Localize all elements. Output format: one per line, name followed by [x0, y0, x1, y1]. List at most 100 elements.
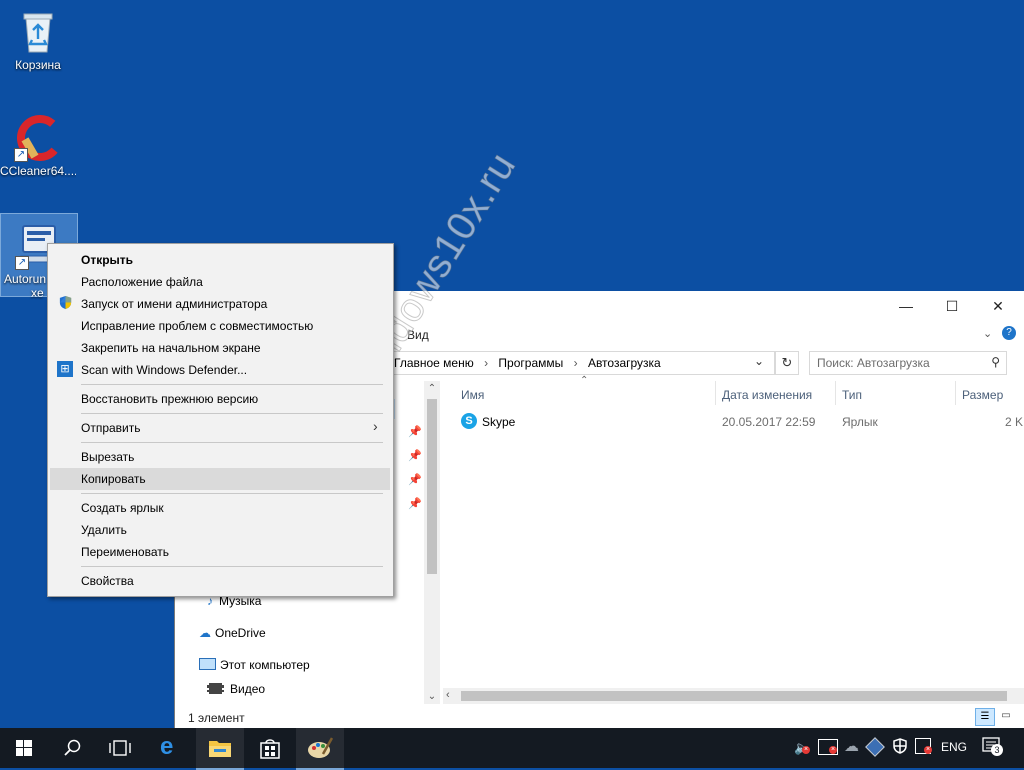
breadcrumb-separator-icon: › — [484, 356, 489, 370]
sort-arrow-icon: ⌃ — [580, 375, 589, 386]
error-badge-icon: × — [924, 746, 932, 754]
breadcrumb-separator-icon: › — [573, 356, 578, 370]
menu-separator — [81, 413, 383, 414]
paint-palette-icon — [308, 737, 333, 758]
network-tray-icon[interactable]: × — [915, 738, 932, 754]
address-bar[interactable]: Главное меню › Программы › Автозагрузка … — [387, 351, 775, 375]
horizontal-scrollbar[interactable]: ‹ — [443, 688, 1024, 704]
file-explorer-button[interactable] — [196, 728, 244, 770]
horizontal-scroll-thumb[interactable] — [461, 691, 1007, 701]
edge-icon: e — [160, 733, 174, 760]
paint-app-button[interactable] — [296, 728, 344, 770]
ribbon-expand-icon[interactable]: ⌄ — [983, 327, 992, 340]
search-button[interactable] — [48, 728, 96, 768]
virtualbox-tray-icon[interactable] — [865, 737, 885, 757]
nav-scrollbar[interactable]: ⌃ ⌄ — [424, 381, 440, 704]
nav-item-video[interactable]: Видео — [207, 682, 265, 696]
action-center-button[interactable]: 3 — [982, 737, 1003, 756]
submenu-arrow-icon: › — [373, 418, 378, 434]
menu-item-pin-to-start[interactable]: Закрепить на начальном экране — [81, 341, 261, 355]
menu-item-copy[interactable]: Копировать — [81, 472, 146, 486]
column-separator[interactable] — [835, 381, 836, 405]
nav-item-label: OneDrive — [215, 626, 266, 640]
menu-separator — [81, 442, 383, 443]
menu-item-troubleshoot-compatibility[interactable]: Исправление проблем с совместимостью — [81, 319, 313, 333]
close-button[interactable]: ✕ — [975, 291, 1021, 321]
menu-item-cut[interactable]: Вырезать — [81, 450, 134, 464]
language-indicator[interactable]: ENG — [941, 740, 967, 754]
error-badge-icon: × — [802, 746, 810, 754]
maximize-button[interactable]: ☐ — [929, 291, 975, 321]
pin-icon: 📌 — [408, 450, 422, 462]
store-button[interactable] — [246, 728, 294, 768]
menu-separator — [81, 566, 383, 567]
error-badge-icon: × — [829, 746, 837, 754]
menu-separator — [81, 384, 383, 385]
pin-icon: 📌 — [408, 426, 422, 438]
desktop-icon-recycle-bin[interactable]: Корзина — [0, 2, 76, 78]
store-bag-icon — [260, 739, 280, 759]
nav-item-label: Этот компьютер — [220, 658, 310, 672]
nav-item-this-pc[interactable]: Этот компьютер — [199, 658, 310, 672]
column-header-type[interactable]: Тип — [842, 388, 862, 402]
breadcrumb-autostart[interactable]: Автозагрузка — [588, 356, 661, 370]
scroll-left-icon[interactable]: ‹ — [446, 689, 450, 701]
nav-scroll-thumb[interactable] — [427, 399, 437, 574]
edge-browser-button[interactable]: e — [146, 728, 194, 768]
file-name: Skype — [482, 415, 516, 429]
shortcut-arrow-icon: ↗ — [14, 148, 28, 162]
large-icons-view-button[interactable]: ▭ — [997, 708, 1015, 724]
volume-muted-icon[interactable]: 🔈× — [794, 740, 810, 756]
column-separator[interactable] — [715, 381, 716, 405]
column-separator[interactable] — [955, 381, 956, 405]
menu-item-open[interactable]: Открыть — [81, 253, 133, 267]
details-view-button[interactable]: ☰ — [975, 708, 995, 726]
column-header-size[interactable]: Размер — [962, 388, 1003, 402]
ccleaner-icon: ↗ — [14, 114, 63, 162]
menu-separator — [81, 493, 383, 494]
file-size: 2 K — [1005, 415, 1024, 429]
film-icon — [207, 683, 224, 694]
menu-item-rename[interactable]: Переименовать — [81, 545, 169, 559]
menu-item-send-to[interactable]: Отправить — [81, 421, 141, 435]
context-menu: Открыть Расположение файла Запуск от име… — [47, 243, 394, 597]
defender-tray-icon[interactable] — [893, 738, 907, 757]
table-row[interactable]: S Skype 20.05.2017 22:59 Ярлык 2 K — [459, 411, 1024, 433]
refresh-button[interactable]: ↻ — [775, 351, 799, 375]
breadcrumb-programs[interactable]: Программы — [498, 356, 563, 370]
menu-item-create-shortcut[interactable]: Создать ярлык — [81, 501, 164, 515]
search-placeholder: Поиск: Автозагрузка — [817, 356, 930, 370]
pin-icon: 📌 — [408, 474, 422, 486]
recycle-bin-icon — [14, 8, 62, 56]
taskbar: e 🔈× × ☁ × ENG 3 — [0, 728, 1024, 770]
address-dropdown-icon[interactable]: ⌄ — [754, 354, 764, 368]
help-icon[interactable]: ? — [1002, 326, 1016, 340]
folder-icon — [209, 741, 231, 757]
shortcut-arrow-icon: ↗ — [15, 256, 29, 270]
cloud-icon: ☁ — [199, 626, 211, 640]
desktop-icon-ccleaner[interactable]: ↗ CCleaner64.... — [0, 108, 76, 184]
network-disconnected-icon[interactable]: × — [818, 739, 838, 755]
menu-item-scan-defender[interactable]: Scan with Windows Defender... — [81, 363, 247, 377]
menu-item-file-location[interactable]: Расположение файла — [81, 275, 203, 289]
computer-icon — [199, 658, 216, 670]
nav-item-label: Видео — [230, 682, 266, 696]
task-view-button[interactable] — [96, 728, 144, 768]
start-button[interactable] — [0, 728, 48, 768]
menu-item-restore-previous[interactable]: Восстановить прежнюю версию — [81, 392, 258, 406]
search-icon: ⚲ — [991, 355, 1000, 369]
menu-item-properties[interactable]: Свойства — [81, 574, 134, 588]
minimize-button[interactable]: — — [883, 291, 929, 321]
nav-item-onedrive[interactable]: ☁ OneDrive — [199, 626, 266, 640]
menu-item-delete[interactable]: Удалить — [81, 523, 127, 537]
scroll-down-icon[interactable]: ⌄ — [424, 691, 440, 702]
notification-count-badge: 3 — [991, 744, 1003, 756]
ccleaner-label: CCleaner64.... — [0, 164, 76, 178]
search-input[interactable]: Поиск: Автозагрузка ⚲ — [809, 351, 1007, 375]
column-header-date[interactable]: Дата изменения — [722, 388, 812, 402]
onedrive-tray-icon[interactable]: ☁ — [844, 737, 859, 755]
column-header-name[interactable]: Имя — [461, 388, 484, 402]
scroll-up-icon[interactable]: ⌃ — [424, 383, 440, 394]
menu-item-run-as-admin[interactable]: Запуск от имени администратора — [81, 297, 267, 311]
skype-icon: S — [461, 413, 477, 429]
